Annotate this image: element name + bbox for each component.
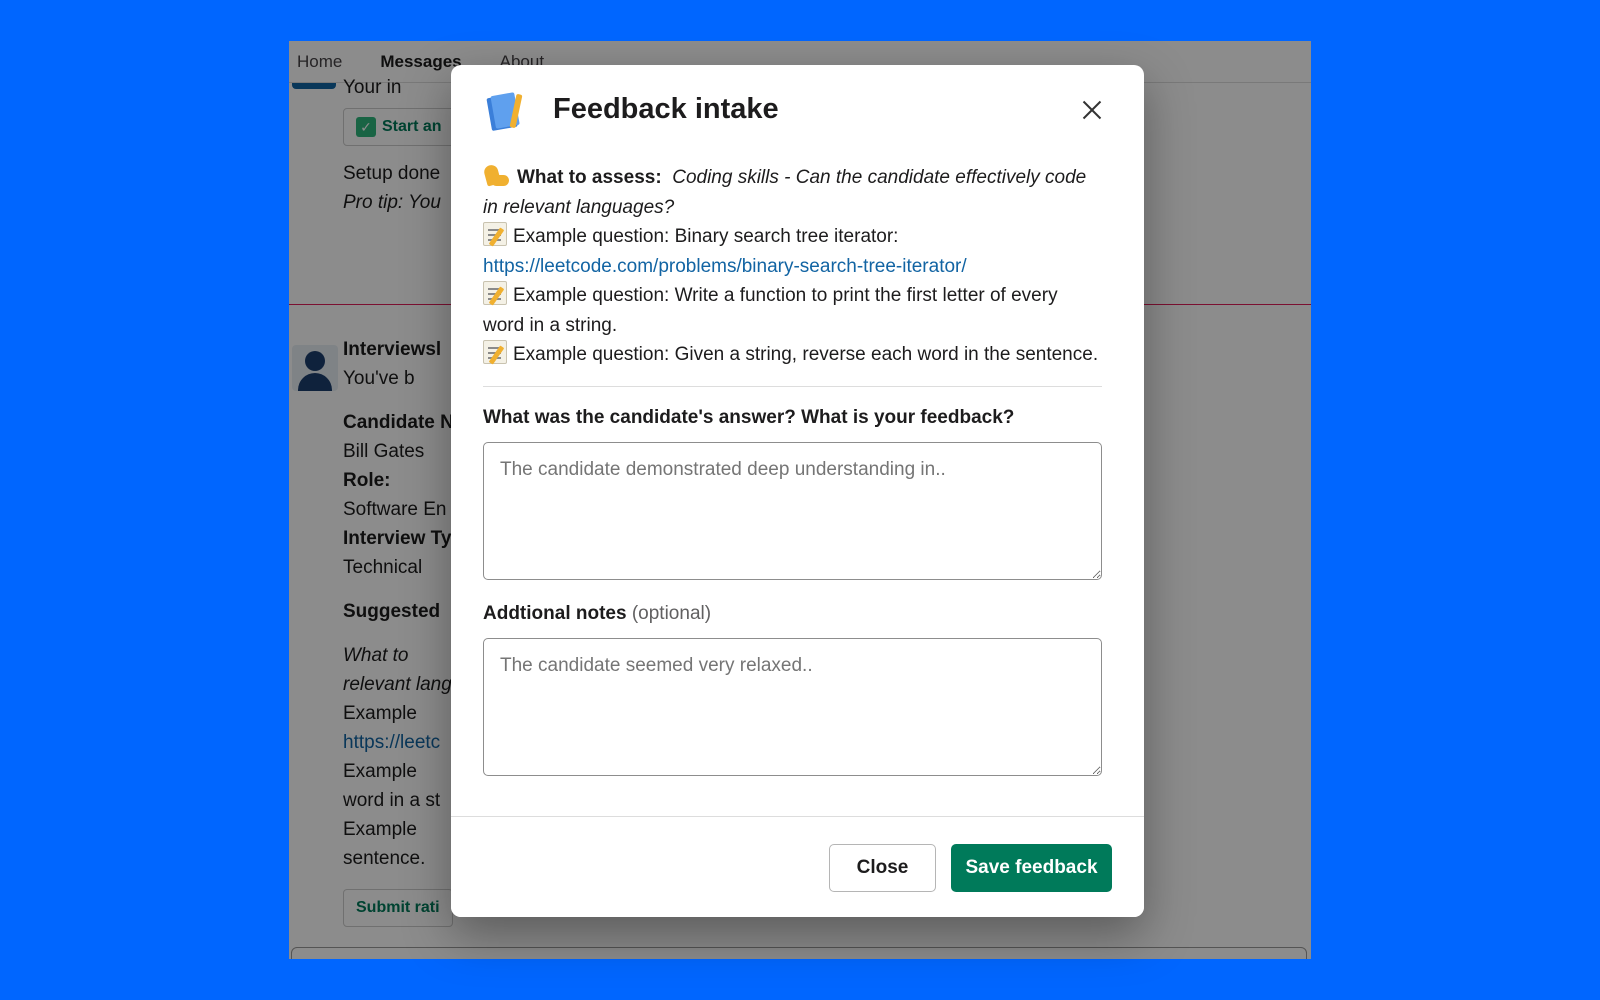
notes-textarea[interactable] [483,637,1102,776]
assessment-info: What to assess: Coding skills - Can the … [483,163,1103,370]
feedback-label: What was the candidate's answer? What is… [483,406,1015,428]
assess-label: What to assess: [517,167,662,188]
question-1-link[interactable]: https://leetcode.com/problems/binary-sea… [483,256,967,277]
question-3: Example question: Given a string, revers… [483,340,1103,370]
question-2: Example question: Write a function to pr… [483,281,1103,340]
divider [483,385,1102,387]
question-3-text: Example question: Given a string, revers… [513,344,1099,365]
flexed-biceps-icon [483,163,511,187]
modal-body: What to assess: Coding skills - Can the … [483,163,1103,781]
optional-label: (optional) [631,602,712,624]
modal-footer: Close Save feedback [451,816,1144,917]
save-feedback-button[interactable]: Save feedback [951,844,1112,892]
assess-block: What to assess: Coding skills - Can the … [483,163,1103,222]
notes-label: Addtional notes [483,602,627,624]
modal-header: Feedback intake [451,65,1144,153]
memo-icon [483,340,507,364]
notes-label-row: Addtional notes (optional) [483,603,1103,625]
close-icon[interactable] [1079,97,1105,123]
question-1: Example question: Binary search tree ite… [483,222,1103,281]
notebook-icon [486,92,523,131]
feedback-modal: Feedback intake What to assess: Coding s… [451,65,1144,917]
question-2-text: Example question: Write a function to pr… [483,285,1058,336]
question-1-text: Example question: Binary search tree ite… [513,226,899,247]
close-button[interactable]: Close [829,844,936,892]
memo-icon [483,222,507,246]
memo-icon [483,281,507,305]
feedback-textarea[interactable] [483,441,1102,580]
modal-title: Feedback intake [553,93,779,125]
